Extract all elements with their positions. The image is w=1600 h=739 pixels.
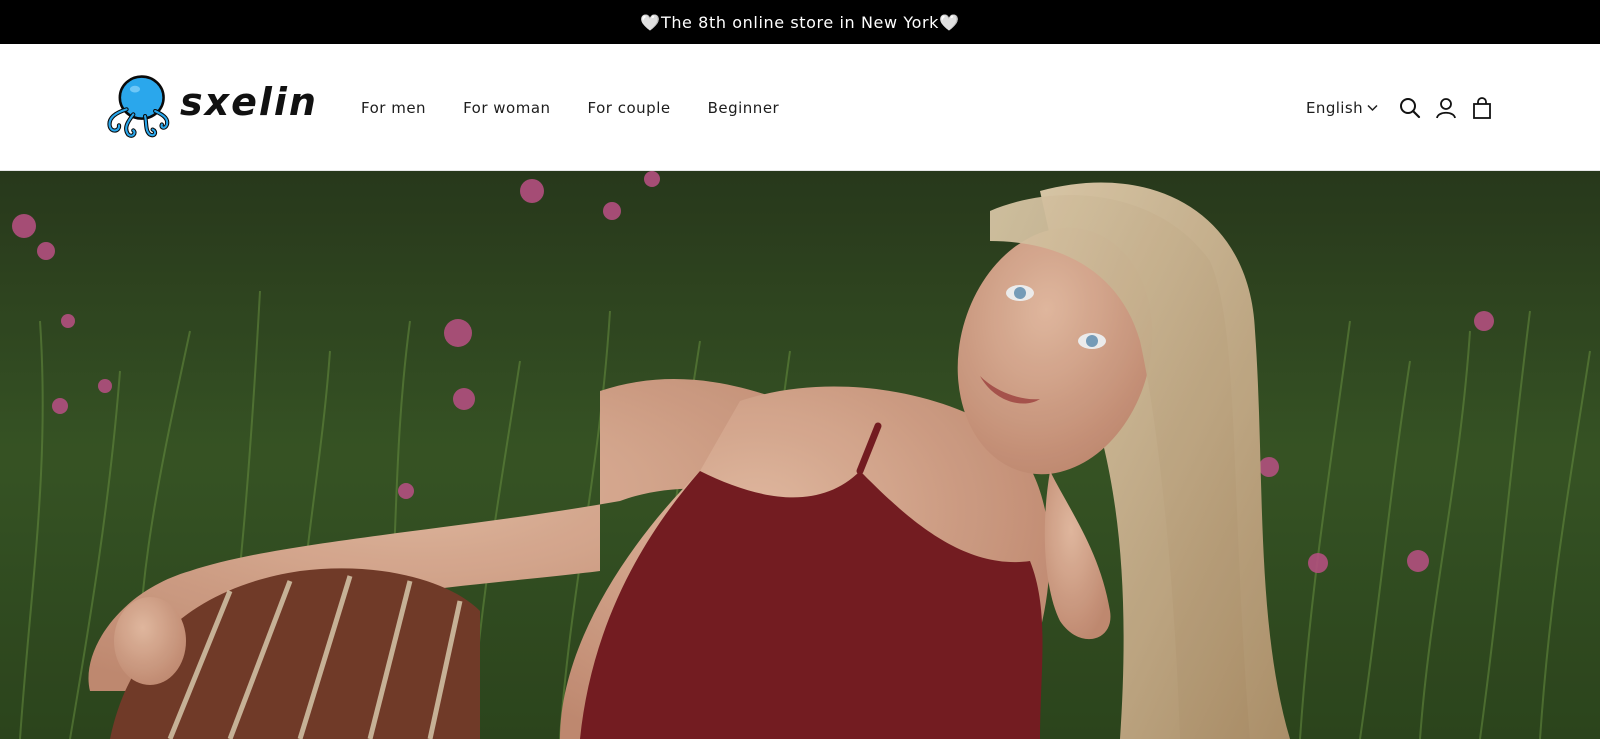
logo[interactable]: sxelin	[103, 66, 318, 146]
cart-button[interactable]	[1464, 90, 1500, 126]
site-header: sxelin For men For woman For couple Begi…	[0, 44, 1600, 171]
account-icon	[1436, 97, 1456, 118]
hero-image	[0, 171, 1600, 739]
nav-item-for-woman[interactable]: For woman	[463, 99, 550, 117]
search-button[interactable]	[1392, 90, 1428, 126]
cart-icon	[1473, 96, 1491, 119]
nav-item-for-couple[interactable]: For couple	[588, 99, 671, 117]
nav-item-beginner[interactable]: Beginner	[708, 99, 780, 117]
announcement-text: 🤍The 8th online store in New York🤍	[640, 12, 960, 32]
announcement-bar: 🤍The 8th online store in New York🤍	[0, 0, 1600, 44]
hero-banner[interactable]	[0, 171, 1600, 739]
search-icon	[1400, 97, 1421, 118]
logo-wordmark: sxelin	[179, 80, 318, 124]
language-label: English	[1306, 98, 1363, 117]
nav-item-for-men[interactable]: For men	[361, 99, 426, 117]
language-selector[interactable]: English	[1306, 99, 1378, 117]
account-button[interactable]	[1428, 90, 1464, 126]
chevron-down-icon	[1367, 104, 1378, 111]
header-actions: English	[1306, 44, 1500, 171]
octopus-logo-icon	[107, 75, 170, 138]
main-nav: For men For woman For couple Beginner	[361, 44, 816, 171]
